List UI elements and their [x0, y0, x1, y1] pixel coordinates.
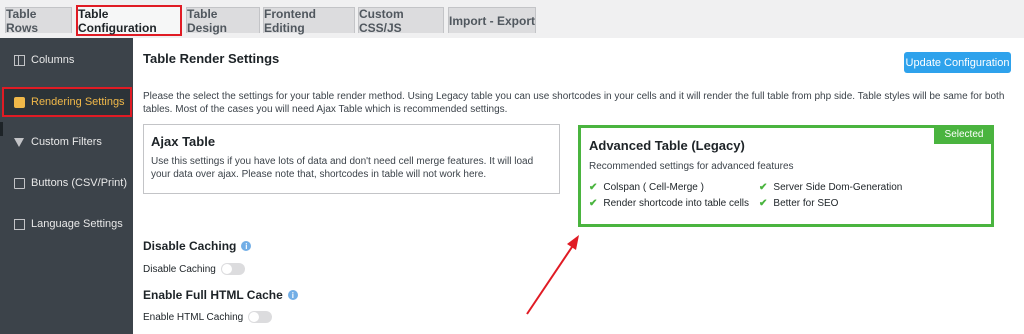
- info-icon[interactable]: i: [287, 290, 298, 300]
- sidebar-marker: [0, 122, 3, 136]
- tab-frontend-editing[interactable]: Frontend Editing: [263, 7, 355, 35]
- columns-icon: [14, 54, 25, 66]
- language-icon: [14, 218, 25, 230]
- tab-table-configuration[interactable]: Table Configuration: [76, 5, 182, 36]
- sidebar-item-label: Custom Filters: [31, 136, 102, 148]
- tab-table-design[interactable]: Table Design: [186, 7, 260, 35]
- selected-badge: Selected: [934, 125, 994, 144]
- ajax-table-card[interactable]: Ajax Table Use this settings if you have…: [143, 124, 560, 194]
- page-title: Table Render Settings: [143, 51, 280, 66]
- info-icon[interactable]: i: [241, 241, 252, 251]
- sidebar-item-custom-filters[interactable]: Custom Filters: [0, 127, 133, 157]
- html-cache-row: Enable HTML Caching: [143, 311, 273, 323]
- tab-import-export[interactable]: Import - Export: [448, 7, 536, 33]
- sidebar-item-language-settings[interactable]: Language Settings: [0, 209, 133, 239]
- ajax-card-text: Use this settings if you have lots of da…: [151, 156, 534, 180]
- sidebar-item-label: Rendering Settings: [31, 96, 125, 108]
- tab-custom-css-js[interactable]: Custom CSS/JS: [358, 7, 444, 35]
- disable-caching-toggle[interactable]: [220, 263, 245, 275]
- intro-text: Please the select the settings for your …: [143, 91, 1005, 115]
- disable-caching-row: Disable Caching: [143, 263, 245, 275]
- render-icon: [14, 96, 25, 108]
- html-cache-toggle[interactable]: [248, 311, 273, 323]
- check-icon: ✔: [589, 198, 598, 209]
- disable-caching-label: Disable Caching: [143, 263, 216, 275]
- buttons-icon: [14, 177, 25, 189]
- advanced-table-card[interactable]: Selected Advanced Table (Legacy) Recomme…: [578, 125, 994, 227]
- html-cache-heading: Enable Full HTML Cache i: [143, 288, 298, 302]
- ajax-card-title: Ajax Table: [151, 134, 216, 149]
- filter-icon: [14, 137, 24, 147]
- feature-item: ✔ Colspan ( Cell-Merge ): [589, 182, 704, 193]
- sidebar-item-rendering-settings[interactable]: Rendering Settings: [2, 87, 132, 117]
- check-icon: ✔: [589, 182, 598, 193]
- tab-bar: Table Rows Table Configuration Table Des…: [0, 0, 1024, 38]
- update-configuration-button[interactable]: Update Configuration: [904, 52, 1011, 73]
- feature-item: ✔ Better for SEO: [759, 198, 839, 209]
- html-cache-label: Enable HTML Caching: [143, 311, 244, 323]
- sidebar-item-buttons[interactable]: Buttons (CSV/Print): [0, 168, 133, 198]
- sidebar-item-columns[interactable]: Columns: [0, 45, 133, 75]
- legacy-card-title: Advanced Table (Legacy): [589, 138, 745, 153]
- tab-table-rows[interactable]: Table Rows: [5, 7, 72, 35]
- feature-item: ✔ Server Side Dom-Generation: [759, 182, 903, 193]
- check-icon: ✔: [759, 182, 768, 193]
- feature-list: ✔ Colspan ( Cell-Merge ) ✔ Server Side Dom…: [589, 182, 902, 209]
- feature-item: ✔ Render shortcode into table cells: [589, 198, 750, 209]
- settings-sidebar: Columns Rendering Settings Custom Filter…: [0, 38, 133, 334]
- sidebar-item-label: Buttons (CSV/Print): [31, 177, 127, 189]
- check-icon: ✔: [759, 198, 768, 209]
- disable-caching-heading: Disable Caching i: [143, 239, 252, 253]
- legacy-card-subtitle: Recommended settings for advanced featur…: [589, 161, 794, 172]
- sidebar-item-label: Columns: [31, 54, 75, 66]
- main-panel: Table Render Settings Update Configurati…: [133, 38, 1024, 334]
- sidebar-item-label: Language Settings: [31, 218, 123, 230]
